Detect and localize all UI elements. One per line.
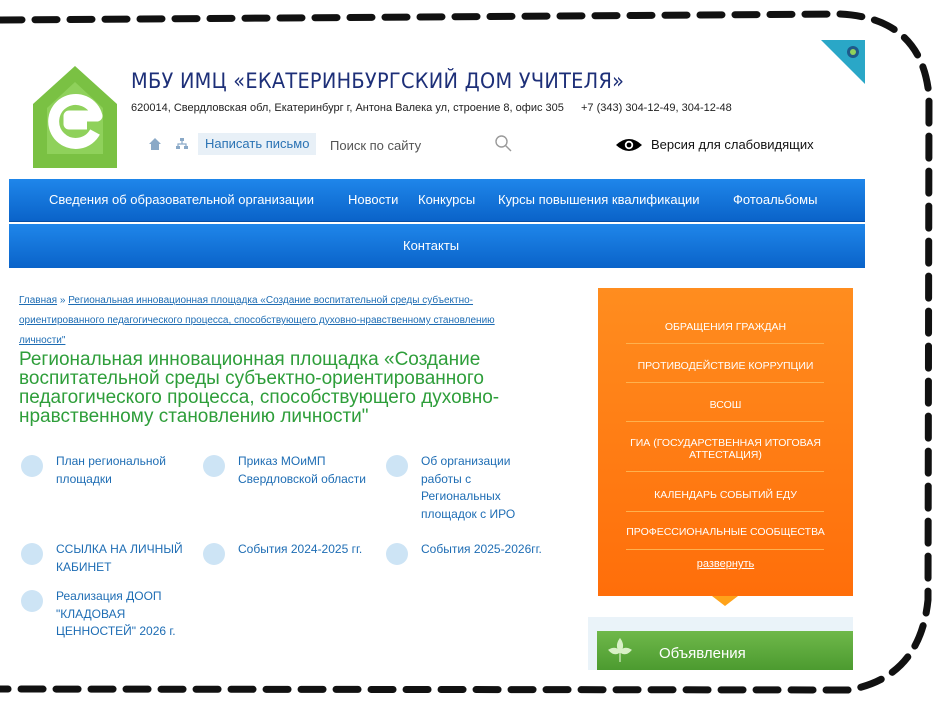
main-nav: Сведения об образовательной организации … [9,179,865,222]
side-menu-divider [626,471,824,472]
circle-bullet-icon [386,543,408,565]
low-vision-version-link[interactable]: Версия для слабовидящих [651,137,814,152]
home-icon[interactable] [148,137,162,151]
circle-bullet-icon [203,455,225,477]
search-icon[interactable] [494,134,512,152]
main-nav-row2: Контакты [9,224,865,268]
announcements-title: Объявления [659,645,746,662]
circle-bullet-icon [203,543,225,565]
nav-item-photos[interactable]: Фотоальбомы [733,179,817,221]
side-menu: ОБРАЩЕНИЯ ГРАЖДАН ПРОТИВОДЕЙСТВИЕ КОРРУП… [598,288,853,606]
doc-link-label[interactable]: События 2024-2025 гг. [238,541,378,559]
web-page: МБУ ИМЦ «ЕКАТЕРИНБУРГСКИЙ ДОМ УЧИТЕЛЯ» 6… [9,40,865,670]
side-menu-item-vsosh[interactable]: ВСОШ [598,399,853,411]
site-phone: +7 (343) 304-12-49, 304-12-48 [581,102,732,114]
doc-link-label[interactable]: Об организации работы с Региональных пло… [421,453,521,523]
doc-link-label[interactable]: План региональной площадки [56,453,176,488]
search-input[interactable] [324,134,506,156]
breadcrumb: Главная » Региональная инновационная пло… [19,291,539,351]
site-title[interactable]: МБУ ИМЦ «ЕКАТЕРИНБУРГСКИЙ ДОМ УЧИТЕЛЯ» [131,69,624,93]
side-menu-divider [626,511,824,512]
side-menu-divider [626,549,824,550]
sitemap-icon[interactable] [175,137,189,151]
nav-item-about[interactable]: Сведения об образовательной организации [49,179,314,221]
side-menu-item-calendar[interactable]: КАЛЕНДАРЬ СОБЫТИЙ ЕДУ [598,489,853,501]
house-e-logo[interactable] [31,64,119,170]
doc-link-label[interactable]: Реализация ДООП "КЛАДОВАЯ ЦЕННОСТЕЙ" 202… [56,588,176,641]
doc-link-label[interactable]: События 2025-2026гг. [421,541,561,559]
doc-link-label[interactable]: ССЫЛКА НА ЛИЧНЫЙ КАБИНЕТ [56,541,186,576]
page-title: Региональная инновационная площадка «Соз… [19,349,500,427]
side-menu-item-communities[interactable]: ПРОФЕССИОНАЛЬНЫЕ СООБЩЕСТВА [598,526,853,538]
nav-item-news[interactable]: Новости [348,179,398,221]
menu-pointer-icon [712,596,738,606]
leaf-icon [608,637,632,662]
side-menu-divider [626,382,824,383]
side-menu-item-appeals[interactable]: ОБРАЩЕНИЯ ГРАЖДАН [598,321,853,333]
nav-item-contacts[interactable]: Контакты [403,224,459,268]
side-menu-divider [626,343,824,344]
circle-bullet-icon [21,455,43,477]
eye-icon[interactable] [615,137,643,153]
circle-bullet-icon [21,543,43,565]
breadcrumb-separator: » [57,295,69,306]
globe-icon[interactable] [821,40,865,84]
side-menu-item-anticorruption[interactable]: ПРОТИВОДЕЙСТВИЕ КОРРУПЦИИ [598,360,853,372]
side-menu-item-gia[interactable]: ГИА (ГОСУДАРСТВЕННАЯ ИТОГОВАЯ АТТЕСТАЦИЯ… [618,437,833,461]
expand-menu-link[interactable]: развернуть [598,558,853,570]
circle-bullet-icon [386,455,408,477]
breadcrumb-current[interactable]: Региональная инновационная площадка «Соз… [19,295,495,346]
nav-item-courses[interactable]: Курсы повышения квалификации [498,179,700,221]
side-menu-divider [626,421,824,422]
nav-item-contests[interactable]: Конкурсы [418,179,475,221]
breadcrumb-home[interactable]: Главная [19,295,57,306]
circle-bullet-icon [21,590,43,612]
write-letter-button[interactable]: Написать письмо [198,133,317,155]
announcements-header[interactable]: Объявления [597,631,853,670]
doc-link-label[interactable]: Приказ МОиМП Свердловской области [238,453,378,488]
site-address: 620014, Свердловская обл, Екатеринбург г… [131,102,564,114]
